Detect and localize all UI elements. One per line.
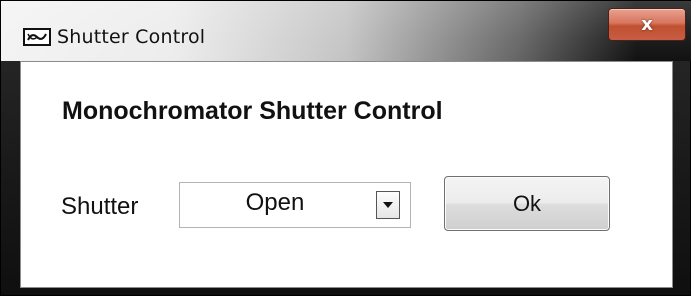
shutter-select[interactable]: Open xyxy=(179,182,411,228)
close-button[interactable]: x xyxy=(608,8,686,41)
dropdown-arrow-icon[interactable] xyxy=(376,191,400,219)
ok-button[interactable]: Ok xyxy=(444,176,610,231)
shutter-control-window: Shutter Control x Monochromator Shutter … xyxy=(0,0,691,296)
app-window-icon xyxy=(23,28,51,46)
title-bar[interactable]: Shutter Control x xyxy=(1,1,691,61)
window-title: Shutter Control xyxy=(57,26,206,48)
shutter-label: Shutter xyxy=(61,193,139,220)
dialog-heading: Monochromator Shutter Control xyxy=(62,97,443,125)
shutter-select-value: Open xyxy=(245,189,305,216)
dialog-client-area: Monochromator Shutter Control Shutter Op… xyxy=(20,61,673,288)
close-icon: x xyxy=(641,13,653,35)
